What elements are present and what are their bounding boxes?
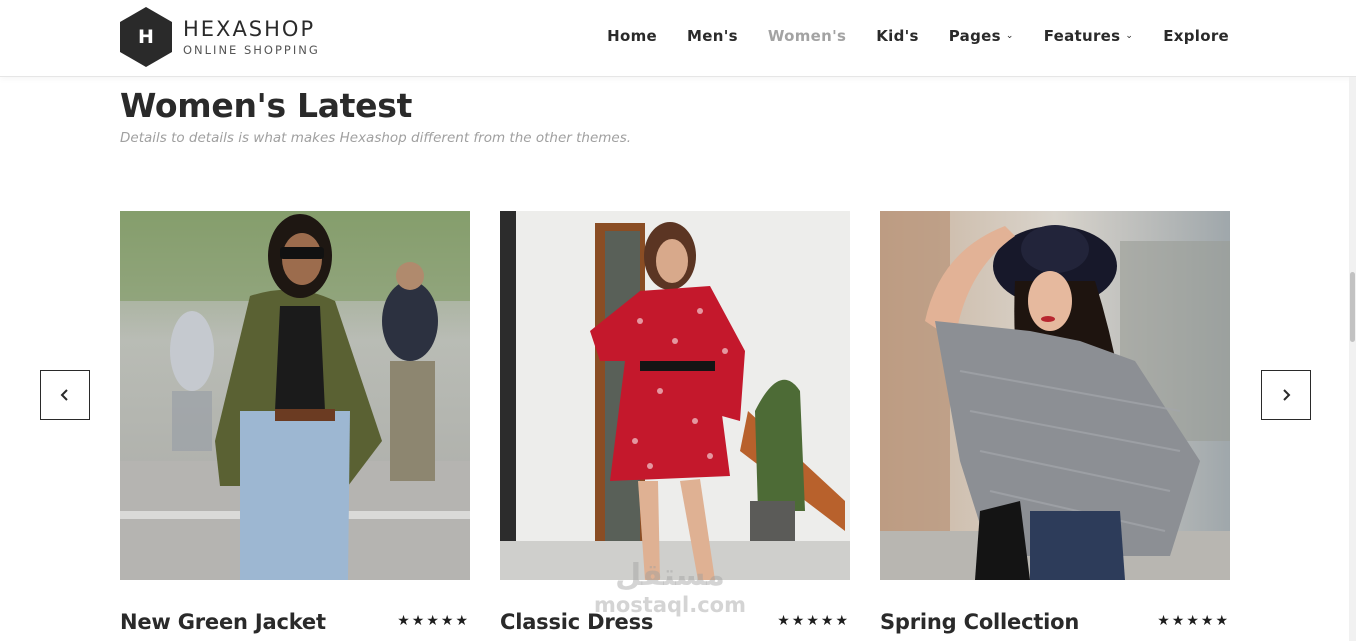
- product-image-green-jacket[interactable]: [120, 211, 470, 580]
- nav-pages[interactable]: Pages ⌄: [949, 27, 1014, 45]
- star-rating-icon: ★★★★★: [1157, 613, 1230, 629]
- nav-features[interactable]: Features ⌄: [1044, 27, 1134, 45]
- carousel-prev-button[interactable]: [40, 370, 90, 420]
- nav-label: Home: [607, 27, 658, 45]
- product-name[interactable]: Spring Collection: [880, 610, 1079, 634]
- product-footer: New Green Jacket ★★★★★: [120, 580, 470, 641]
- nav-label: Explore: [1163, 27, 1229, 45]
- carousel-next-button[interactable]: [1261, 370, 1311, 420]
- section-title: Women's Latest: [120, 86, 413, 125]
- nav-kids[interactable]: Kid's: [876, 27, 919, 45]
- star-rating-icon: ★★★★★: [777, 613, 850, 629]
- nav-mens[interactable]: Men's: [687, 27, 738, 45]
- logo-text: HEXASHOP ONLINE SHOPPING: [183, 17, 320, 58]
- chevron-down-icon: ⌄: [1125, 31, 1134, 41]
- product-footer: Classic Dress ★★★★★: [500, 580, 850, 641]
- product-name[interactable]: Classic Dress: [500, 610, 653, 634]
- product-image-classic-dress[interactable]: [500, 211, 850, 580]
- product-card[interactable]: Classic Dress ★★★★★: [500, 211, 850, 641]
- nav-explore[interactable]: Explore: [1163, 27, 1229, 45]
- chevron-left-icon: [60, 389, 68, 401]
- logo-letter: H: [138, 26, 154, 48]
- main-nav: Home Men's Women's Kid's Pages ⌄ Features…: [577, 27, 1229, 45]
- nav-label: Men's: [687, 27, 738, 45]
- product-image-spring-collection[interactable]: [880, 211, 1230, 580]
- brand-name: HEXASHOP: [183, 16, 316, 41]
- nav-label: Features: [1043, 27, 1121, 45]
- nav-label: Pages: [948, 27, 1001, 45]
- star-rating-icon: ★★★★★: [397, 613, 470, 629]
- product-card[interactable]: Spring Collection ★★★★★: [880, 211, 1230, 641]
- section-subtitle: Details to details is what makes Hexasho…: [120, 130, 632, 146]
- site-header: H HEXASHOP ONLINE SHOPPING Home Men's Wo…: [0, 0, 1356, 77]
- chevron-down-icon: ⌄: [1005, 31, 1014, 41]
- logo[interactable]: H HEXASHOP ONLINE SHOPPING: [120, 7, 320, 67]
- product-footer: Spring Collection ★★★★★: [880, 580, 1230, 641]
- product-card[interactable]: New Green Jacket ★★★★★: [120, 211, 470, 641]
- scrollbar-thumb[interactable]: [1350, 272, 1355, 342]
- nav-home[interactable]: Home: [607, 27, 657, 45]
- product-name[interactable]: New Green Jacket: [120, 610, 326, 634]
- nav-womens[interactable]: Women's: [768, 27, 846, 45]
- page-scrollbar[interactable]: [1349, 77, 1356, 641]
- nav-label: Women's: [767, 27, 847, 45]
- brand-tagline: ONLINE SHOPPING: [183, 42, 320, 57]
- nav-label: Kid's: [876, 27, 919, 45]
- hexagon-logo-icon: H: [120, 7, 172, 67]
- chevron-right-icon: [1283, 389, 1291, 401]
